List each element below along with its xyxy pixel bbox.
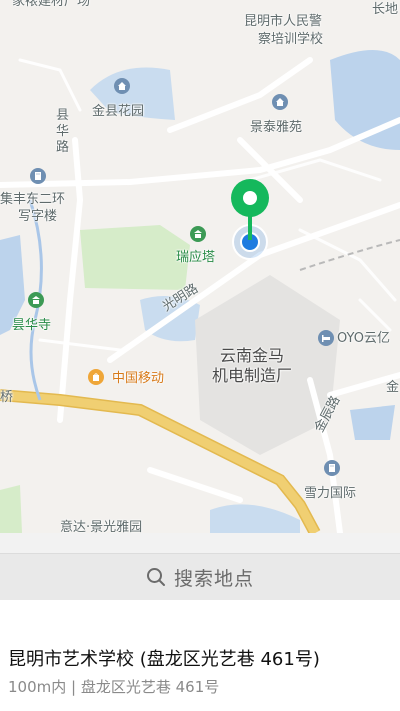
office-building-icon[interactable] [30,168,46,184]
office-building-icon[interactable] [324,460,340,476]
selected-location-item[interactable]: 昆明市艺术学校 (盘龙区光艺巷 461号) 100m内 | 盘龙区光艺巷 461… [0,600,400,711]
hotel-icon[interactable] [318,330,334,346]
map-base-layer [0,50,400,533]
shopping-bag-icon[interactable] [88,369,104,385]
search-trigger[interactable]: 搜索地点 [146,564,254,591]
map-label-yunnan-jinma-1: 云南金马 [220,346,285,365]
map-label-changdi: 长地 [372,2,399,17]
search-icon [146,568,165,586]
home-poi-icon[interactable] [272,94,288,110]
search-bar[interactable]: 搜索地点 [0,553,400,601]
map-label-qiao: 桥 [0,390,14,405]
map-label-xianhua-road: 县华路 [56,108,70,155]
map-label-jinxian-garden: 金县花园 [92,104,145,119]
map-label-police-school-1: 昆明市人民警 [244,14,323,29]
map-label-jifeng-1: 集丰东二环 [0,192,66,207]
location-address: 100m内 | 盘龙区光艺巷 461号 [8,678,220,696]
search-placeholder: 搜索地点 [173,567,254,590]
map-label-jifeng-2: 写字楼 [18,209,58,224]
location-title: 昆明市艺术学校 (盘龙区光艺巷 461号) [8,649,320,670]
map-label-top: 家裱建材厂场 [12,0,91,9]
map-label-xianhua-temple: 昙华寺 [12,318,52,333]
pagoda-icon[interactable] [190,226,206,242]
map-label-yida-garden: 意达·景光雅园 [60,520,143,533]
map-label-china-mobile: 中国移动 [112,371,165,386]
map-label-police-school-2: 察培训学校 [258,32,324,47]
map-view[interactable]: 家裱建材厂场 长地 昆明市人民警 察培训学校 金县花园 县华路 景泰雅苑 集丰东… [0,0,400,533]
map-label-oyo: OYO云亿 [337,331,390,346]
map-label-ruiying-tower: 瑞应塔 [176,250,216,265]
map-label-jin-cut: 金 [386,380,400,395]
map-pin-icon[interactable] [228,178,272,242]
map-label-jingtai-yayuan: 景泰雅苑 [250,120,303,135]
home-poi-icon[interactable] [114,78,130,94]
temple-icon[interactable] [28,292,44,308]
map-label-yunnan-jinma-2: 机电制造厂 [212,366,293,385]
map-label-xueli-intl: 雪力国际 [304,486,357,501]
